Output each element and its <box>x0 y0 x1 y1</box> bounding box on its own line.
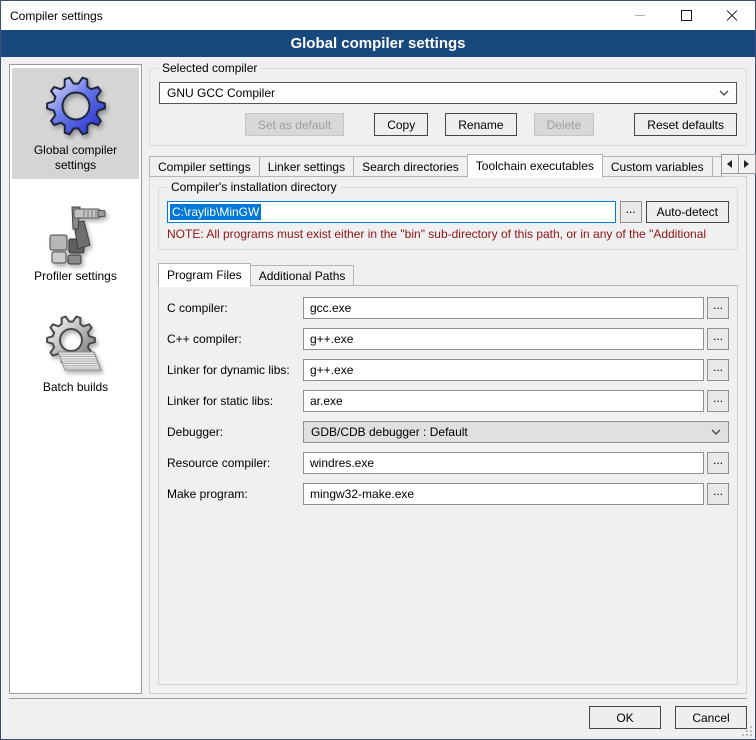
c-compiler-input[interactable]: gcc.exe <box>303 297 704 319</box>
copy-button[interactable]: Copy <box>374 113 428 136</box>
window-controls <box>617 1 755 30</box>
installation-directory-group: Compiler's installation directory C:\ray… <box>158 187 738 250</box>
sidebar-item-profiler-settings[interactable]: Profiler settings <box>12 194 139 290</box>
selected-compiler-group-label: Selected compiler <box>158 61 261 75</box>
tab-toolchain-executables[interactable]: Toolchain executables <box>467 154 603 178</box>
minimize-icon <box>635 15 645 16</box>
resource-compiler-row: Resource compiler: windres.exe ... <box>167 452 729 474</box>
set-as-default-button[interactable]: Set as default <box>245 113 344 136</box>
maximize-button[interactable] <box>663 1 709 30</box>
field-label: Make program: <box>167 487 303 501</box>
selected-compiler-group: Selected compiler GNU GCC Compiler Set a… <box>149 68 747 146</box>
browse-cpp-compiler-button[interactable]: ... <box>707 328 729 350</box>
chevron-down-icon <box>711 429 721 435</box>
dialog-body: Global compiler settings Profiler settin… <box>1 57 755 698</box>
page-title: Global compiler settings <box>1 30 755 57</box>
caliper-blocks-icon <box>44 201 108 265</box>
static-linker-input[interactable]: ar.exe <box>303 390 704 412</box>
close-button[interactable] <box>709 1 755 30</box>
compiler-select-value: GNU GCC Compiler <box>167 86 719 100</box>
field-label: C++ compiler: <box>167 332 303 346</box>
close-icon <box>726 10 738 22</box>
browse-resource-compiler-button[interactable]: ... <box>707 452 729 474</box>
field-label: C compiler: <box>167 301 303 315</box>
field-label: Resource compiler: <box>167 456 303 470</box>
debugger-row: Debugger: GDB/CDB debugger : Default <box>167 421 729 443</box>
browse-static-linker-button[interactable]: ... <box>707 390 729 412</box>
compiler-settings-dialog: Compiler settings Global compiler settin… <box>0 0 756 740</box>
tab-scroll-left-button[interactable] <box>721 154 739 174</box>
arrow-left-icon <box>727 160 732 168</box>
cpp-compiler-input[interactable]: g++.exe <box>303 328 704 350</box>
ok-button[interactable]: OK <box>589 706 661 729</box>
installation-directory-row: C:\raylib\MinGW ... Auto-detect <box>167 201 729 223</box>
program-files-panel: C compiler: gcc.exe ... C++ compiler: g+… <box>158 285 738 685</box>
tab-linker-settings[interactable]: Linker settings <box>259 156 354 177</box>
c-compiler-row: C compiler: gcc.exe ... <box>167 297 729 319</box>
sidebar-item-label: Batch builds <box>43 380 108 395</box>
compiler-select[interactable]: GNU GCC Compiler <box>159 82 737 104</box>
settings-category-list: Global compiler settings Profiler settin… <box>9 64 142 694</box>
field-label: Linker for dynamic libs: <box>167 363 303 377</box>
cpp-compiler-row: C++ compiler: g++.exe ... <box>167 328 729 350</box>
dynamic-linker-row: Linker for dynamic libs: g++.exe ... <box>167 359 729 381</box>
arrow-right-icon <box>744 160 749 168</box>
delete-button[interactable]: Delete <box>534 113 595 136</box>
tab-compiler-settings[interactable]: Compiler settings <box>149 156 260 177</box>
sidebar-item-label: Global compiler settings <box>14 143 137 173</box>
field-label: Debugger: <box>167 425 303 439</box>
debugger-select[interactable]: GDB/CDB debugger : Default <box>303 421 729 443</box>
dialog-footer: OK Cancel <box>9 698 747 739</box>
make-program-input[interactable]: mingw32-make.exe <box>303 483 704 505</box>
auto-detect-button[interactable]: Auto-detect <box>646 201 729 223</box>
tab-program-files[interactable]: Program Files <box>158 263 251 287</box>
chevron-down-icon <box>719 90 729 96</box>
program-files-tabbar: Program Files Additional Paths <box>158 263 738 286</box>
main-content: Selected compiler GNU GCC Compiler Set a… <box>149 64 747 694</box>
make-program-row: Make program: mingw32-make.exe ... <box>167 483 729 505</box>
toolchain-executables-panel: Compiler's installation directory C:\ray… <box>149 176 747 694</box>
rename-button[interactable]: Rename <box>445 113 516 136</box>
window-title: Compiler settings <box>1 9 103 23</box>
field-label: Linker for static libs: <box>167 394 303 408</box>
debugger-select-value: GDB/CDB debugger : Default <box>311 425 711 439</box>
sidebar-item-global-compiler-settings[interactable]: Global compiler settings <box>12 68 139 179</box>
installation-directory-value: C:\raylib\MinGW <box>170 204 261 220</box>
reset-defaults-button[interactable]: Reset defaults <box>634 113 737 136</box>
browse-directory-button[interactable]: ... <box>620 201 642 223</box>
installation-directory-group-label: Compiler's installation directory <box>167 180 341 194</box>
maximize-icon <box>681 10 692 21</box>
resource-compiler-input[interactable]: windres.exe <box>303 452 704 474</box>
browse-c-compiler-button[interactable]: ... <box>707 297 729 319</box>
installation-directory-input[interactable]: C:\raylib\MinGW <box>167 201 616 223</box>
tab-search-directories[interactable]: Search directories <box>353 156 468 177</box>
gear-stack-icon <box>44 312 108 376</box>
settings-tabbar: Compiler settings Linker settings Search… <box>149 154 747 177</box>
installation-note: NOTE: All programs must exist either in … <box>167 227 729 241</box>
minimize-button[interactable] <box>617 1 663 30</box>
cancel-button[interactable]: Cancel <box>675 706 747 729</box>
gear-blue-icon <box>44 75 108 139</box>
tab-scroll-buttons <box>722 154 756 174</box>
tab-additional-paths[interactable]: Additional Paths <box>250 265 355 286</box>
sidebar-item-label: Profiler settings <box>34 269 117 284</box>
browse-dynamic-linker-button[interactable]: ... <box>707 359 729 381</box>
sidebar-item-batch-builds[interactable]: Batch builds <box>12 305 139 401</box>
static-linker-row: Linker for static libs: ar.exe ... <box>167 390 729 412</box>
tab-custom-variables[interactable]: Custom variables <box>602 156 713 177</box>
titlebar[interactable]: Compiler settings <box>1 1 755 30</box>
compiler-actions: Set as default Copy Rename Delete Reset … <box>159 113 737 136</box>
resize-grip-icon[interactable] <box>740 724 752 736</box>
dynamic-linker-input[interactable]: g++.exe <box>303 359 704 381</box>
tab-scroll-right-button[interactable] <box>738 154 756 174</box>
browse-make-program-button[interactable]: ... <box>707 483 729 505</box>
